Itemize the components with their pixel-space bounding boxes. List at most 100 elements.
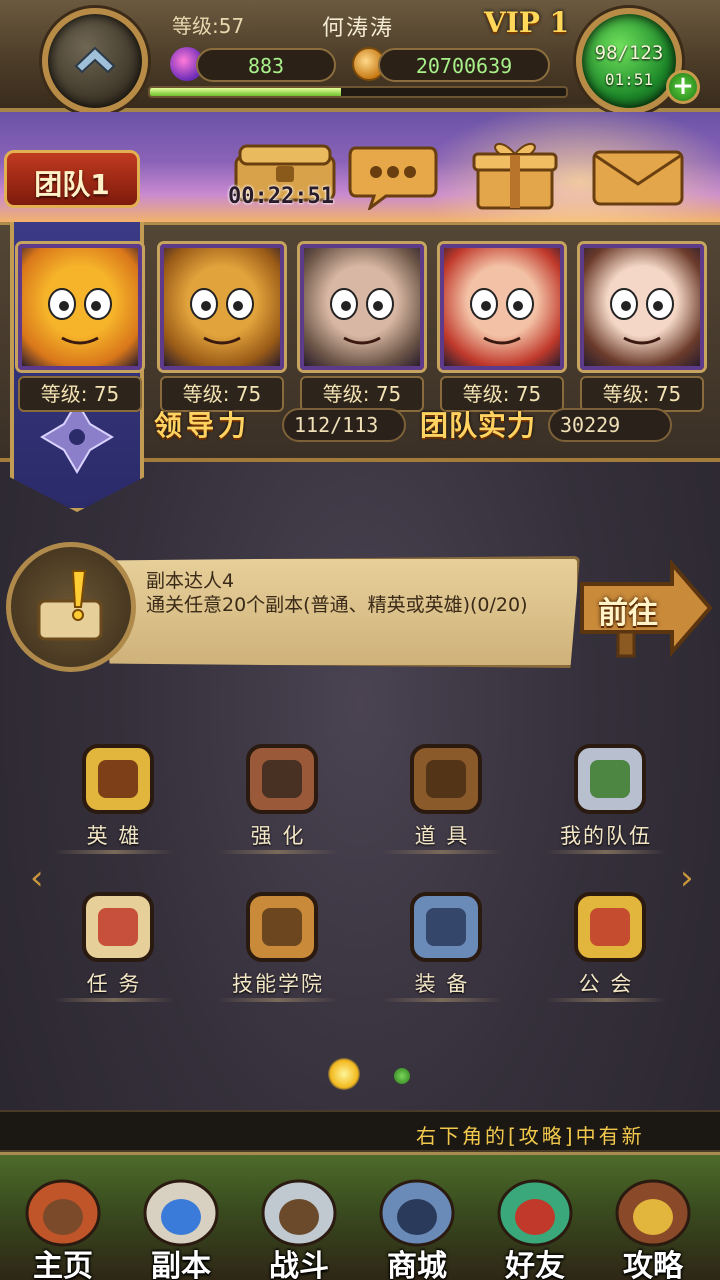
quest-go-label: 前往 — [598, 596, 658, 631]
team-label: 团队1 — [34, 168, 110, 201]
menu-item-label: 技能学院 — [232, 972, 324, 996]
menu-next-arrow[interactable]: › — [680, 858, 704, 898]
page-indicator-active[interactable] — [328, 1058, 360, 1090]
menu-item-label: 我的队伍 — [560, 824, 652, 848]
menu-item-label: 强 化 — [250, 824, 306, 848]
collapse-button[interactable] — [42, 8, 148, 114]
announcement-ticker: 右下角的[攻略]中有新 — [0, 1110, 720, 1152]
menu-item[interactable]: 任 务 — [44, 886, 184, 1006]
menu-shelf-divider — [382, 850, 502, 854]
menu-item[interactable]: 道 具 — [372, 738, 512, 858]
guild-shield-icon — [574, 892, 646, 962]
mail-icon[interactable] — [590, 148, 686, 208]
energy-value: 98/123 — [594, 42, 664, 64]
team-power-value: 30229 — [548, 408, 672, 442]
nav-tab-label: 好友 — [505, 1249, 565, 1280]
hero-portrait[interactable] — [160, 244, 284, 370]
gem-counter[interactable]: 883 — [196, 48, 336, 82]
quest-title: 副本达人4 — [146, 570, 235, 592]
nav-tab[interactable]: 好友 — [476, 1169, 594, 1280]
leadership-value: 112/113 — [282, 408, 406, 442]
vip-badge[interactable]: VIP 1 — [484, 6, 569, 39]
menu-shelf-divider — [546, 998, 666, 1002]
guide-book-icon — [615, 1179, 691, 1247]
hero-slot[interactable]: 等级: 75 — [580, 244, 704, 424]
menu-shelf-divider — [546, 850, 666, 854]
menu-shelf-divider — [218, 850, 338, 854]
nav-tab[interactable]: 商城 — [358, 1169, 476, 1280]
quest-icon[interactable] — [6, 542, 136, 672]
hero-face-icon — [610, 288, 674, 345]
hero-level: 等级: 75 — [18, 376, 142, 412]
page-indicator-inactive[interactable] — [394, 1068, 410, 1084]
hero-face-icon — [470, 288, 534, 345]
menu-item[interactable]: 装 备 — [372, 886, 512, 1006]
nav-tab[interactable]: 战斗 — [240, 1169, 358, 1280]
leadership-label: 领导力 — [154, 409, 251, 442]
status-bar: 等级:57 何涛涛 VIP 1 883 20700639 98/123 01:5… — [0, 0, 720, 114]
nav-tab-label: 商城 — [387, 1249, 447, 1280]
hero-face-icon — [190, 288, 254, 345]
menu-shelf-divider — [382, 998, 502, 1002]
helmet-icon — [246, 744, 318, 814]
hero-portrait[interactable] — [440, 244, 564, 370]
add-energy-button[interactable]: + — [666, 70, 700, 104]
hero-portrait[interactable] — [18, 244, 142, 370]
menu-item[interactable]: 技能学院 — [208, 886, 348, 1006]
menu-shelf-divider — [54, 998, 174, 1002]
menu-item-label: 公 会 — [578, 972, 634, 996]
spellbook-icon — [246, 892, 318, 962]
energy-orb[interactable]: 98/123 01:51 — [576, 8, 682, 114]
menu-item[interactable]: 我的队伍 — [536, 738, 676, 858]
gold-counter[interactable]: 20700639 — [378, 48, 550, 82]
ticker-text: 右下角的[攻略]中有新 — [416, 1124, 645, 1148]
nav-tab-label: 战斗 — [269, 1249, 329, 1280]
hero-level: 等级: 75 — [580, 376, 704, 412]
menu-shelf-divider — [218, 998, 338, 1002]
anvil-icon — [410, 892, 482, 962]
backpack-icon — [410, 744, 482, 814]
nav-tab[interactable]: 主页 — [4, 1169, 122, 1280]
chat-bubble-icon[interactable] — [346, 144, 440, 210]
menu-item-label: 道 具 — [414, 824, 470, 848]
menu-item-label: 装 备 — [414, 972, 470, 996]
dungeon-skull-icon — [143, 1179, 219, 1247]
nav-tab-label: 主页 — [33, 1249, 93, 1280]
menu-item[interactable]: 公 会 — [536, 886, 676, 1006]
shop-monster-icon — [379, 1179, 455, 1247]
energy-timer: 01:51 — [604, 70, 654, 89]
nav-tab[interactable]: 副本 — [122, 1169, 240, 1280]
hero-card-icon — [82, 744, 154, 814]
event-banner: 团队1 00:22:51 — [0, 102, 720, 262]
quest-scroll-icon — [82, 892, 154, 962]
gift-icon[interactable] — [470, 134, 560, 212]
menu-shelf-divider — [54, 850, 174, 854]
chevron-up-icon — [74, 46, 116, 74]
hero-slot[interactable]: 等级: 75 — [160, 244, 284, 424]
hero-portrait[interactable] — [300, 244, 424, 370]
menu-item[interactable]: 英 雄 — [44, 738, 184, 858]
menu-prev-arrow[interactable]: ‹ — [30, 858, 54, 898]
bottom-navigation: 主页 副本 战斗 商城 好友 攻略 — [0, 1152, 720, 1280]
menu-item[interactable]: 强 化 — [208, 738, 348, 858]
battle-axe-icon — [261, 1179, 337, 1247]
hero-slot[interactable]: 等级: 75 — [18, 244, 142, 424]
menu-item-label: 任 务 — [86, 972, 142, 996]
menu-item-label: 英 雄 — [86, 824, 142, 848]
player-name: 何涛涛 — [322, 16, 395, 41]
hero-face-icon — [330, 288, 394, 345]
quest-go-button[interactable]: 前往 — [578, 560, 714, 660]
nav-tab[interactable]: 攻略 — [594, 1169, 712, 1280]
hero-slot[interactable]: 等级: 75 — [440, 244, 564, 424]
hero-portrait[interactable] — [580, 244, 704, 370]
hero-slot[interactable]: 等级: 75 — [300, 244, 424, 424]
team-power-label: 团队实力 — [420, 409, 537, 442]
player-level: 等级:57 — [172, 14, 245, 38]
team-selector-button[interactable]: 团队1 — [4, 150, 140, 208]
nav-tab-label: 副本 — [151, 1249, 211, 1280]
nav-tab-label: 攻略 — [623, 1249, 683, 1280]
exclamation-scroll-icon — [37, 570, 103, 641]
friends-icon — [497, 1179, 573, 1247]
crossed-swords-icon — [574, 744, 646, 814]
xp-bar-fill — [150, 88, 342, 96]
